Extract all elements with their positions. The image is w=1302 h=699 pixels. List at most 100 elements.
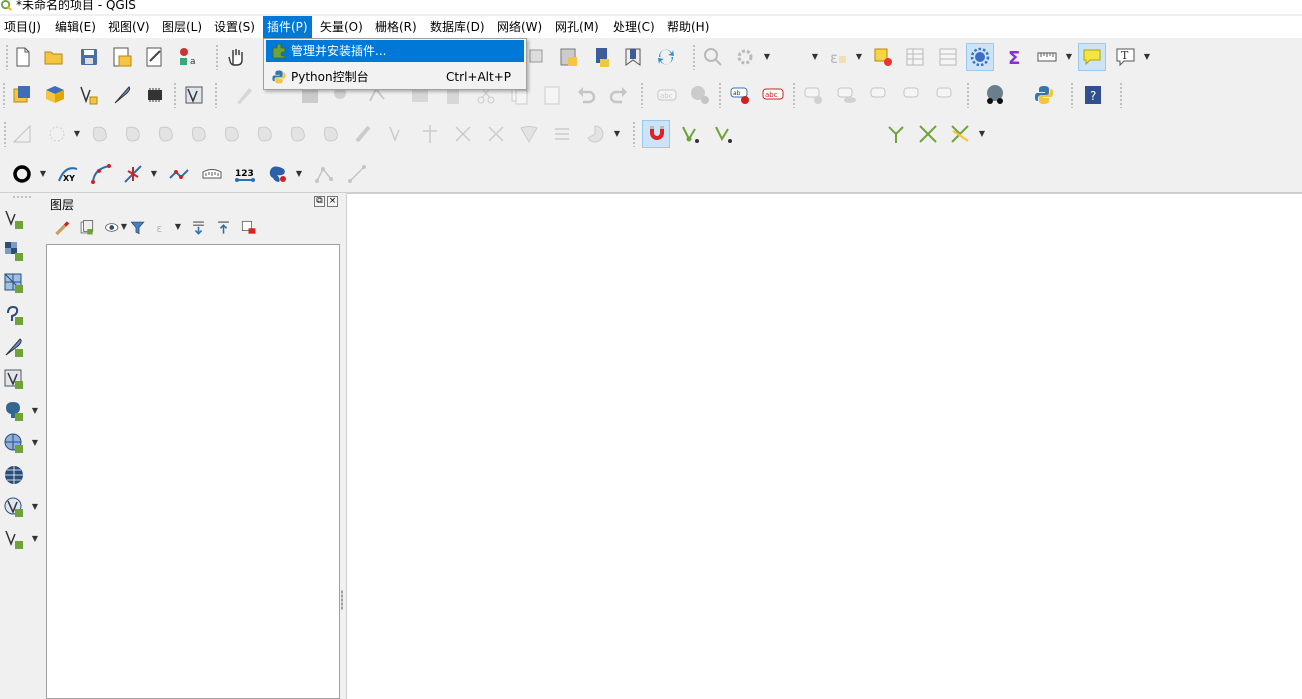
toggle-editing-icon[interactable] <box>232 83 256 107</box>
new-map-view-icon[interactable] <box>590 45 614 69</box>
menu-settings[interactable]: 设置(S) <box>210 16 259 38</box>
style-manager-icon[interactable]: a <box>176 45 200 69</box>
toolbar-grip[interactable] <box>718 82 722 108</box>
snapping-type-vertex-icon[interactable] <box>711 122 735 146</box>
toolbar-grip[interactable] <box>3 121 7 147</box>
layers-tree[interactable] <box>46 244 340 699</box>
advanced-digitizing-panel-icon[interactable] <box>10 122 34 146</box>
menu-edit[interactable]: 编辑(E) <box>51 16 100 38</box>
deselect-all-icon[interactable] <box>871 45 895 69</box>
map-canvas[interactable] <box>346 193 1302 699</box>
toolbar-grip[interactable] <box>215 44 219 70</box>
chevron-down-icon[interactable]: ▼ <box>613 122 621 146</box>
toolbar-grip[interactable] <box>2 82 6 108</box>
layout-manager-icon[interactable] <box>143 45 167 69</box>
toolbar-grip[interactable] <box>173 82 177 108</box>
menu-database[interactable]: 数据库(D) <box>426 16 489 38</box>
offset-point-symbols-icon[interactable] <box>583 122 607 146</box>
chevron-down-icon[interactable]: ▼ <box>978 122 986 146</box>
chevron-down-icon[interactable]: ▼ <box>1143 45 1151 69</box>
add-wms-layer-icon[interactable] <box>2 431 26 455</box>
chevron-down-icon[interactable]: ▼ <box>295 162 303 186</box>
vertex-snap-icon[interactable] <box>121 162 145 186</box>
delete-part-icon[interactable] <box>319 122 343 146</box>
new-shapefile-layer-icon[interactable] <box>77 83 101 107</box>
edge-disabled-icon[interactable] <box>345 162 369 186</box>
split-features-icon[interactable] <box>418 122 442 146</box>
new-geopackage-layer-icon[interactable] <box>43 83 67 107</box>
move-feature-icon[interactable] <box>88 122 112 146</box>
menu-item-python-console[interactable]: Python控制台 Ctrl+Alt+P <box>266 66 524 88</box>
fill-ring-icon[interactable] <box>253 122 277 146</box>
chevron-down-icon[interactable]: ▼ <box>39 162 47 186</box>
chevron-down-icon[interactable]: ▼ <box>31 527 39 551</box>
add-raster-layer-icon[interactable] <box>2 239 26 263</box>
chevron-down-icon[interactable]: ▼ <box>855 45 863 69</box>
zoom-to-layer-icon[interactable] <box>557 45 581 69</box>
run-feature-action-icon[interactable] <box>733 45 757 69</box>
snapping-layers-icon[interactable] <box>678 122 702 146</box>
move-label-icon[interactable] <box>802 83 826 107</box>
number-label-tool[interactable]: 123 <box>233 162 257 186</box>
pan-to-selection-icon[interactable] <box>525 45 549 69</box>
add-mesh-layer-icon[interactable] <box>2 271 26 295</box>
menu-view[interactable]: 视图(V) <box>104 16 154 38</box>
toolbar-grip[interactable] <box>1070 82 1074 108</box>
add-vector-layer-icon[interactable] <box>2 207 26 231</box>
chevron-down-icon[interactable]: ▼ <box>811 45 819 69</box>
merge-attributes-icon[interactable] <box>517 122 541 146</box>
toolbar-grip[interactable] <box>214 82 218 108</box>
toolbar-grip[interactable] <box>5 44 9 70</box>
menu-processing[interactable]: 处理(C) <box>609 16 659 38</box>
menu-vector[interactable]: 矢量(O) <box>316 16 367 38</box>
toolbar-grip[interactable] <box>640 82 644 108</box>
add-spatialite-layer-icon[interactable] <box>2 335 26 359</box>
add-wfs-layer-icon[interactable] <box>2 495 26 519</box>
highlight-pinned-labels-icon[interactable]: abc <box>761 83 785 107</box>
map-swipe-icon[interactable] <box>983 83 1007 107</box>
python-icon[interactable] <box>1032 83 1056 107</box>
panel-splitter[interactable] <box>341 590 343 610</box>
undo-icon[interactable] <box>574 83 598 107</box>
trim-extend-icon[interactable] <box>167 162 191 186</box>
add-part-icon[interactable] <box>220 122 244 146</box>
float-panel-icon[interactable]: ⧉ <box>314 196 325 207</box>
text-annotation-icon[interactable]: T <box>1114 45 1138 69</box>
add-virtual-layer-icon[interactable] <box>2 367 26 391</box>
chevron-down-icon[interactable]: ▼ <box>150 162 158 186</box>
add-circle-icon[interactable] <box>10 162 34 186</box>
save-project-icon[interactable] <box>77 45 101 69</box>
field-calculator-icon[interactable] <box>936 45 960 69</box>
reshape-features-icon[interactable] <box>352 122 376 146</box>
shape-digitize-icon[interactable] <box>266 162 290 186</box>
new-spatialite-layer-icon[interactable] <box>110 83 134 107</box>
toolbar-grip[interactable] <box>792 82 796 108</box>
new-project-icon[interactable] <box>11 45 35 69</box>
menu-web[interactable]: 网络(W) <box>493 16 546 38</box>
new-virtual-layer-icon[interactable] <box>143 83 167 107</box>
enable-snapping-icon[interactable] <box>642 120 670 148</box>
open-layer-styling-icon[interactable] <box>50 216 72 238</box>
toolbar-grip[interactable] <box>632 121 636 147</box>
offset-curve-icon[interactable] <box>385 122 409 146</box>
chevron-down-icon[interactable]: ▼ <box>31 431 39 455</box>
add-ring-icon[interactable] <box>187 122 211 146</box>
statistical-summary-icon[interactable]: Σ <box>1003 45 1027 69</box>
delete-ring-icon[interactable] <box>286 122 310 146</box>
current-edits-icon[interactable] <box>182 83 206 107</box>
menu-layer[interactable]: 图层(L) <box>158 16 206 38</box>
chevron-down-icon[interactable]: ▼ <box>31 495 39 519</box>
rotate-point-symbols-icon[interactable] <box>550 122 574 146</box>
close-panel-icon[interactable]: × <box>327 196 338 207</box>
chevron-down-icon[interactable]: ▼ <box>31 399 39 423</box>
toolbar-grip[interactable] <box>692 44 696 70</box>
merge-features-icon[interactable] <box>484 122 508 146</box>
menu-item-manage-install-plugins[interactable]: 管理并安装插件... <box>266 40 524 62</box>
network-disabled-icon[interactable] <box>312 162 336 186</box>
redo-icon[interactable] <box>607 83 631 107</box>
menu-plugins[interactable]: 插件(P) <box>263 16 312 38</box>
collapse-all-icon[interactable] <box>212 216 234 238</box>
snapping-on-intersection-icon[interactable] <box>916 122 940 146</box>
filter-legend-icon[interactable] <box>126 216 148 238</box>
attribute-table-icon[interactable] <box>903 45 927 69</box>
